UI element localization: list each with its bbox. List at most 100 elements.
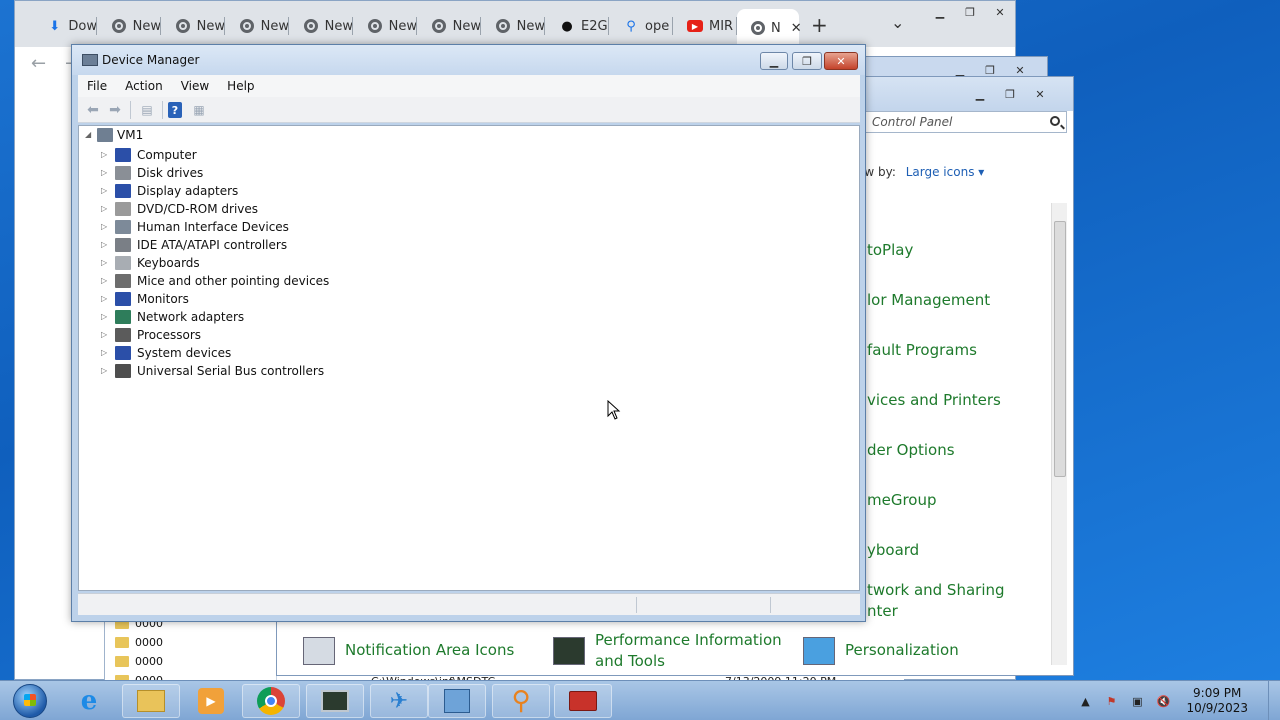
expand-icon[interactable]: ▷ [101, 349, 109, 357]
control-panel-item-link[interactable]: twork and Sharing [867, 581, 1005, 599]
expand-icon[interactable]: ▷ [101, 223, 109, 231]
clock[interactable]: 9:09 PM 10/9/2023 [1186, 686, 1248, 716]
device-category-node[interactable]: ▷ System devices [101, 344, 231, 362]
chrome-tab[interactable]: New [225, 11, 289, 41]
view-by-dropdown[interactable]: Large icons ▾ [906, 165, 985, 179]
taskbar-internet-explorer[interactable]: e [60, 684, 118, 718]
maximize-icon[interactable]: ❐ [957, 3, 983, 21]
control-panel-item-link[interactable]: fault Programs [867, 341, 977, 359]
chrome-tab[interactable]: ⬇ Dow [33, 11, 97, 41]
expand-icon[interactable]: ▷ [101, 241, 109, 249]
minimize-icon[interactable]: ▁ [927, 3, 953, 21]
expand-icon[interactable]: ▷ [101, 205, 109, 213]
expand-icon[interactable]: ▷ [101, 295, 109, 303]
device-category-node[interactable]: ▷ Human Interface Devices [101, 218, 289, 236]
control-panel-item-link[interactable]: vices and Printers [867, 391, 1001, 409]
folder-row[interactable]: 0000 [115, 636, 163, 649]
menu-file[interactable]: File [78, 79, 116, 93]
device-category-node[interactable]: ▷ Computer [101, 146, 197, 164]
taskbar-task-manager[interactable] [306, 684, 364, 718]
control-panel-scrollbar[interactable] [1051, 203, 1067, 665]
new-tab-button[interactable]: + [811, 13, 828, 37]
tab-search-chevron-icon[interactable]: ⌄ [891, 13, 904, 32]
taskbar-media-player[interactable]: ▶ [182, 684, 240, 718]
chrome-tab[interactable]: ● E2G [545, 11, 609, 41]
minimize-icon[interactable]: ▁ [967, 85, 993, 103]
expand-icon[interactable]: ▷ [101, 169, 109, 177]
close-icon[interactable]: ✕ [987, 3, 1013, 21]
tab-close-icon[interactable]: ✕ [791, 21, 802, 36]
device-category-node[interactable]: ▷ DVD/CD-ROM drives [101, 200, 258, 218]
chrome-tab[interactable]: New [481, 11, 545, 41]
control-panel-item-link[interactable]: toPlay [867, 241, 913, 259]
device-category-node[interactable]: ▷ IDE ATA/ATAPI controllers [101, 236, 287, 254]
minimize-button[interactable]: ▁ [760, 52, 788, 70]
chrome-tab[interactable]: New [417, 11, 481, 41]
close-button[interactable]: ✕ [824, 52, 858, 70]
taskbar-chrome[interactable] [242, 684, 300, 718]
chrome-tab[interactable]: New [161, 11, 225, 41]
taskbar-app-plane[interactable]: ✈ [370, 684, 428, 718]
chrome-tab[interactable]: New [353, 11, 417, 41]
scrollbar-thumb[interactable] [1054, 221, 1066, 477]
expand-icon[interactable]: ▷ [101, 331, 109, 339]
device-category-icon [115, 346, 131, 360]
network-icon[interactable]: ▣ [1129, 694, 1145, 708]
chrome-tab[interactable]: ▶ MIR [673, 11, 737, 41]
search-icon[interactable] [1050, 116, 1060, 126]
taskbar-file-explorer[interactable] [122, 684, 180, 718]
control-panel-search-input[interactable]: Control Panel [865, 111, 1067, 133]
collapse-icon[interactable]: ◢ [85, 131, 93, 139]
help-icon[interactable]: ? [168, 102, 182, 118]
device-category-node[interactable]: ▷ Keyboards [101, 254, 200, 272]
action-center-flag-icon[interactable]: ⚑ [1103, 694, 1119, 708]
show-hide-console-tree-icon[interactable]: ▤ [138, 102, 156, 118]
menu-action[interactable]: Action [116, 79, 172, 93]
menu-help[interactable]: Help [218, 79, 263, 93]
device-category-node[interactable]: ▷ Display adapters [101, 182, 238, 200]
properties-icon[interactable]: ▦ [190, 102, 208, 118]
device-category-node[interactable]: ▷ Disk drives [101, 164, 203, 182]
forward-arrow-icon[interactable]: ➡ [106, 102, 124, 118]
start-button[interactable] [4, 683, 56, 719]
control-panel-item-link[interactable]: and Tools [595, 652, 665, 670]
close-icon[interactable]: ✕ [1027, 85, 1053, 103]
maximize-button[interactable]: ❐ [792, 52, 822, 70]
device-category-node[interactable]: ▷ Network adapters [101, 308, 244, 326]
taskbar-search-app[interactable]: ⚲ [492, 684, 550, 718]
chrome-tab[interactable]: New [289, 11, 353, 41]
show-hidden-icons-icon[interactable]: ▲ [1077, 694, 1093, 708]
chrome-tab[interactable]: N ✕ [737, 9, 802, 47]
expand-icon[interactable]: ▷ [101, 151, 109, 159]
maximize-icon[interactable]: ❐ [997, 85, 1023, 103]
expand-icon[interactable]: ▷ [101, 259, 109, 267]
expand-icon[interactable]: ▷ [101, 367, 109, 375]
control-panel-item-link[interactable]: Notification Area Icons [345, 641, 514, 659]
show-desktop-button[interactable] [1268, 681, 1280, 720]
device-category-node[interactable]: ▷ Universal Serial Bus controllers [101, 362, 324, 380]
expand-icon[interactable]: ▷ [101, 313, 109, 321]
tree-root-node[interactable]: ◢ VM1 [85, 128, 143, 142]
control-panel-item-link[interactable]: yboard [867, 541, 919, 559]
expand-icon[interactable]: ▷ [101, 277, 109, 285]
chrome-tab[interactable]: New [97, 11, 161, 41]
taskbar-toolbox[interactable] [554, 684, 612, 718]
volume-muted-icon[interactable]: 🔇 [1155, 694, 1171, 708]
folder-row[interactable]: 0000 [115, 655, 163, 668]
control-panel-item-link[interactable]: meGroup [867, 491, 937, 509]
chrome-tab[interactable]: ⚲ ope [609, 11, 673, 41]
control-panel-item-link[interactable]: der Options [867, 441, 955, 459]
back-arrow-icon[interactable]: ⬅ [84, 102, 102, 118]
back-arrow-icon[interactable]: ← [31, 53, 46, 74]
control-panel-item-link[interactable]: nter [867, 602, 898, 620]
taskbar-control-panel[interactable] [428, 684, 486, 718]
expand-icon[interactable]: ▷ [101, 187, 109, 195]
device-category-node[interactable]: ▷ Processors [101, 326, 201, 344]
device-category-node[interactable]: ▷ Mice and other pointing devices [101, 272, 329, 290]
menu-view[interactable]: View [172, 79, 218, 93]
device-category-label: Universal Serial Bus controllers [137, 364, 325, 378]
device-category-node[interactable]: ▷ Monitors [101, 290, 189, 308]
control-panel-item-link[interactable]: lor Management [867, 291, 990, 309]
control-panel-item-link[interactable]: Personalization [845, 641, 959, 659]
control-panel-item-link[interactable]: Performance Information [595, 631, 782, 649]
